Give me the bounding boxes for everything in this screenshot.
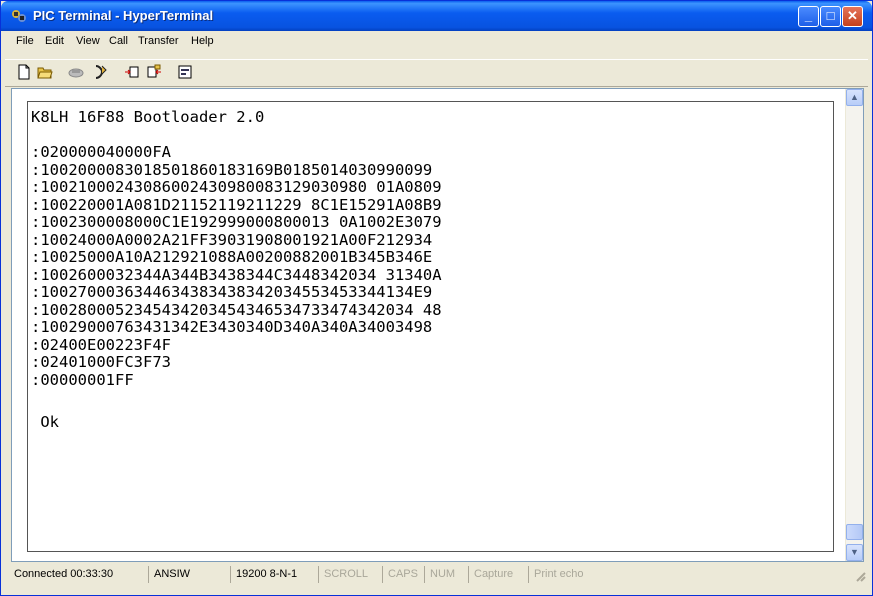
menu-view[interactable]: View bbox=[76, 35, 100, 47]
terminal-line: :00000001FF bbox=[31, 370, 134, 389]
status-print-echo: Print echo bbox=[534, 568, 584, 580]
status-num: NUM bbox=[425, 566, 469, 583]
status-caps: CAPS bbox=[383, 566, 425, 583]
toolbar bbox=[5, 59, 868, 87]
terminal-line: :10029000763431342E3430340D340A340A34003… bbox=[31, 318, 433, 336]
scroll-thumb[interactable] bbox=[846, 524, 863, 540]
chevron-up-icon: ▲ bbox=[850, 92, 859, 102]
call-icon[interactable] bbox=[92, 64, 108, 80]
status-emulation: ANSIW bbox=[149, 566, 231, 583]
terminal-line: :10025000A10A212921088A00200882001B345B3… bbox=[31, 248, 433, 266]
terminal-line: :1002600032344A344B3438344C3448342034 31… bbox=[31, 265, 442, 284]
minimize-button[interactable]: _ bbox=[798, 6, 819, 27]
new-document-icon[interactable] bbox=[16, 64, 32, 80]
terminal-line: :10024000A0002A21FF39031908001921A00F212… bbox=[31, 230, 433, 249]
terminal-line: :100270003634463438343834203455345334413… bbox=[31, 283, 433, 301]
properties-icon[interactable] bbox=[177, 64, 193, 80]
scroll-up-button[interactable]: ▲ bbox=[846, 89, 863, 106]
terminal-line: K8LH 16F88 Bootloader 2.0 bbox=[31, 108, 265, 126]
resize-grip-icon[interactable] bbox=[854, 570, 866, 582]
window-title: PIC Terminal - HyperTerminal bbox=[33, 8, 214, 23]
terminal-line: :02401000FC3F73 bbox=[31, 353, 171, 371]
status-capture: Capture bbox=[469, 566, 529, 583]
close-button[interactable]: ✕ bbox=[842, 6, 863, 27]
receive-file-icon[interactable] bbox=[146, 64, 162, 80]
vertical-scrollbar[interactable]: ▲ ▼ bbox=[845, 89, 863, 561]
status-port-settings: 19200 8-N-1 bbox=[231, 566, 319, 583]
menu-call[interactable]: Call bbox=[109, 35, 128, 47]
status-connected: Connected 00:33:30 bbox=[9, 566, 149, 583]
terminal-line: :100280005234543420345434653473347434203… bbox=[31, 300, 442, 319]
terminal-area[interactable]: K8LH 16F88 Bootloader 2.0 :020000040000F… bbox=[11, 88, 864, 562]
terminal-line: Ok bbox=[31, 413, 59, 431]
chevron-down-icon: ▼ bbox=[850, 547, 859, 557]
maximize-button[interactable]: □ bbox=[820, 6, 841, 27]
terminal-line: :1002300008000C1E192999000800013 0A1002E… bbox=[31, 213, 442, 231]
menu-help[interactable]: Help bbox=[191, 35, 214, 47]
menu-bar: File Edit View Call Transfer Help bbox=[5, 31, 868, 51]
status-scroll: SCROLL bbox=[319, 566, 383, 583]
terminal-line: :100220001A081D21152119211229 8C1E15291A… bbox=[31, 195, 442, 214]
menu-transfer[interactable]: Transfer bbox=[138, 35, 179, 47]
send-file-icon[interactable] bbox=[124, 64, 140, 80]
terminal-line: :02400E00223F4F bbox=[31, 335, 171, 354]
hyperterminal-window: PIC Terminal - HyperTerminal _ □ ✕ File … bbox=[0, 0, 873, 596]
close-icon: ✕ bbox=[847, 8, 858, 23]
scroll-down-button[interactable]: ▼ bbox=[846, 544, 863, 561]
hyperterminal-app-icon[interactable] bbox=[11, 8, 27, 24]
terminal-line: :10021000243086002430980083129030980 01A… bbox=[31, 178, 442, 196]
status-bar: Connected 00:33:30 ANSIW 19200 8-N-1 SCR… bbox=[5, 564, 868, 584]
terminal-line: :1002000083018501860183169B0185014030990… bbox=[31, 160, 433, 179]
menu-edit[interactable]: Edit bbox=[45, 35, 64, 47]
title-bar[interactable]: PIC Terminal - HyperTerminal _ □ ✕ bbox=[1, 1, 872, 31]
menu-file[interactable]: File bbox=[16, 35, 34, 47]
terminal-screen[interactable]: K8LH 16F88 Bootloader 2.0 :020000040000F… bbox=[27, 101, 834, 552]
open-folder-icon[interactable] bbox=[37, 64, 53, 80]
maximize-icon: □ bbox=[826, 8, 835, 23]
minimize-icon: _ bbox=[804, 8, 813, 23]
phone-disconnect-icon[interactable] bbox=[68, 64, 84, 80]
terminal-line: :020000040000FA bbox=[31, 143, 171, 161]
